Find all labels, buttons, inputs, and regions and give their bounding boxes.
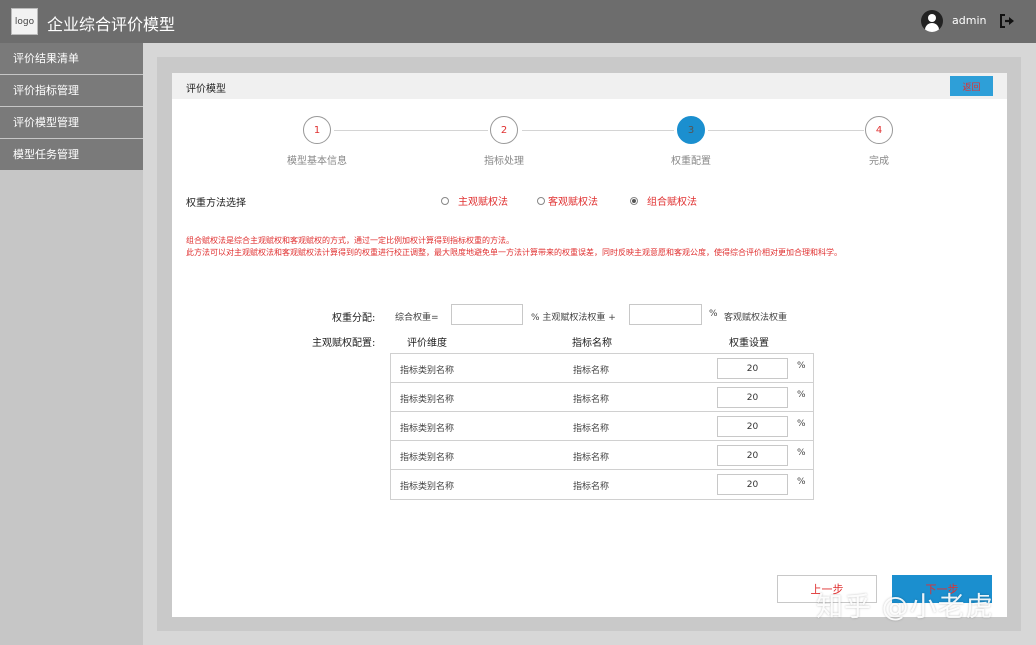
weight-input[interactable]: [717, 416, 788, 437]
radio-circle-checked[interactable]: [630, 196, 638, 205]
cell-dimension: 指标类别名称: [400, 482, 455, 492]
subjective-config-label: 主观赋权配置:: [312, 338, 376, 349]
radio-combined-label: 组合赋权法: [647, 197, 697, 208]
column-header-indicator: 指标名称: [572, 338, 612, 349]
step-1-label: 模型基本信息: [287, 156, 347, 167]
main-panel: 评价模型 返回 1 2 3 4 模型基本信息 指标处理 权重配置 完成 权重方法…: [172, 73, 1007, 617]
percent-unit: %: [797, 419, 806, 429]
app-title: 企业综合评价模型: [47, 15, 176, 34]
table-row: 指标类别名称 指标名称 %: [391, 412, 813, 441]
watermark: 知乎 @小老虎: [816, 592, 994, 623]
sidebar-item-indicator-management[interactable]: 评价指标管理: [0, 75, 143, 106]
percent-unit: %: [797, 448, 806, 458]
weight-input[interactable]: [717, 358, 788, 379]
table-row: 指标类别名称 指标名称 %: [391, 441, 813, 470]
step-4-label: 完成: [869, 156, 889, 167]
cell-indicator: 指标名称: [573, 482, 610, 492]
table-row: 指标类别名称 指标名称 %: [391, 354, 813, 383]
panel-header: 评价模型 返回: [172, 73, 1007, 99]
user-avatar-icon[interactable]: [921, 10, 943, 32]
method-description: 组合赋权法是综合主观赋权和客观赋权的方式，通过一定比例加权计算得到指标权重的方法…: [186, 235, 842, 259]
objective-weight-pct: %: [709, 309, 718, 319]
step-2-circle: 2: [490, 116, 518, 144]
cell-dimension: 指标类别名称: [400, 395, 455, 405]
percent-unit: %: [797, 477, 806, 487]
subjective-weight-suffix: % 主观赋权法权重 +: [531, 313, 616, 323]
weight-input[interactable]: [717, 387, 788, 408]
step-2-label: 指标处理: [484, 156, 524, 167]
radio-objective-label: 客观赋权法: [548, 197, 598, 208]
cell-dimension: 指标类别名称: [400, 366, 455, 376]
objective-weight-suffix: 客观赋权法权重: [724, 313, 788, 323]
objective-weight-input[interactable]: [629, 304, 702, 325]
step-connector: [708, 130, 864, 131]
table-row: 指标类别名称 指标名称 %: [391, 383, 813, 412]
table-row: 指标类别名称 指标名称 %: [391, 470, 813, 499]
step-4-circle: 4: [865, 116, 893, 144]
radio-combined[interactable]: 组合赋权法: [630, 193, 697, 208]
step-3-label: 权重配置: [671, 156, 711, 167]
back-button[interactable]: 返回: [950, 76, 993, 96]
sidebar: 评价结果清单 评价指标管理 评价模型管理 模型任务管理: [0, 43, 143, 645]
weight-input[interactable]: [717, 474, 788, 495]
step-3-circle: 3: [677, 116, 705, 144]
cell-indicator: 指标名称: [573, 395, 610, 405]
sidebar-item-model-management[interactable]: 评价模型管理: [0, 107, 143, 138]
radio-objective[interactable]: 客观赋权法: [537, 193, 598, 208]
panel-title: 评价模型: [186, 84, 226, 95]
description-line-1: 组合赋权法是综合主观赋权和客观赋权的方式，通过一定比例加权计算得到指标权重的方法…: [186, 236, 514, 245]
allocation-label: 权重分配:: [332, 313, 376, 324]
username[interactable]: admin: [952, 14, 986, 27]
column-header-dimension: 评价维度: [407, 338, 447, 349]
sidebar-item-task-management[interactable]: 模型任务管理: [0, 139, 143, 170]
column-header-weight: 权重设置: [729, 338, 769, 349]
description-line-2: 此方法可以对主观赋权法和客观赋权法计算得到的权重进行校正调整，最大限度地避免单一…: [186, 248, 842, 257]
radio-circle[interactable]: [441, 196, 449, 205]
step-connector: [522, 130, 674, 131]
subjective-weight-input[interactable]: [451, 304, 523, 325]
cell-dimension: 指标类别名称: [400, 453, 455, 463]
radio-subjective-label: 主观赋权法: [458, 197, 508, 208]
percent-unit: %: [797, 390, 806, 400]
percent-unit: %: [797, 361, 806, 371]
logout-icon[interactable]: [998, 12, 1016, 30]
sidebar-item-evaluation-results[interactable]: 评价结果清单: [0, 43, 143, 74]
step-connector: [334, 130, 488, 131]
top-bar: logo 企业综合评价模型 admin: [0, 0, 1036, 43]
combined-weight-label: 综合权重=: [395, 313, 439, 323]
cell-indicator: 指标名称: [573, 366, 610, 376]
step-1-circle: 1: [303, 116, 331, 144]
weight-input[interactable]: [717, 445, 788, 466]
radio-circle[interactable]: [537, 196, 545, 205]
logo-text: logo: [14, 16, 35, 27]
weight-table: 指标类别名称 指标名称 % 指标类别名称 指标名称 % 指标类别名称 指标名称 …: [390, 353, 814, 500]
cell-dimension: 指标类别名称: [400, 424, 455, 434]
cell-indicator: 指标名称: [573, 424, 610, 434]
logo[interactable]: logo: [11, 8, 38, 35]
cell-indicator: 指标名称: [573, 453, 610, 463]
radio-subjective[interactable]: 主观赋权法: [441, 193, 508, 208]
method-label: 权重方法选择: [186, 198, 246, 209]
